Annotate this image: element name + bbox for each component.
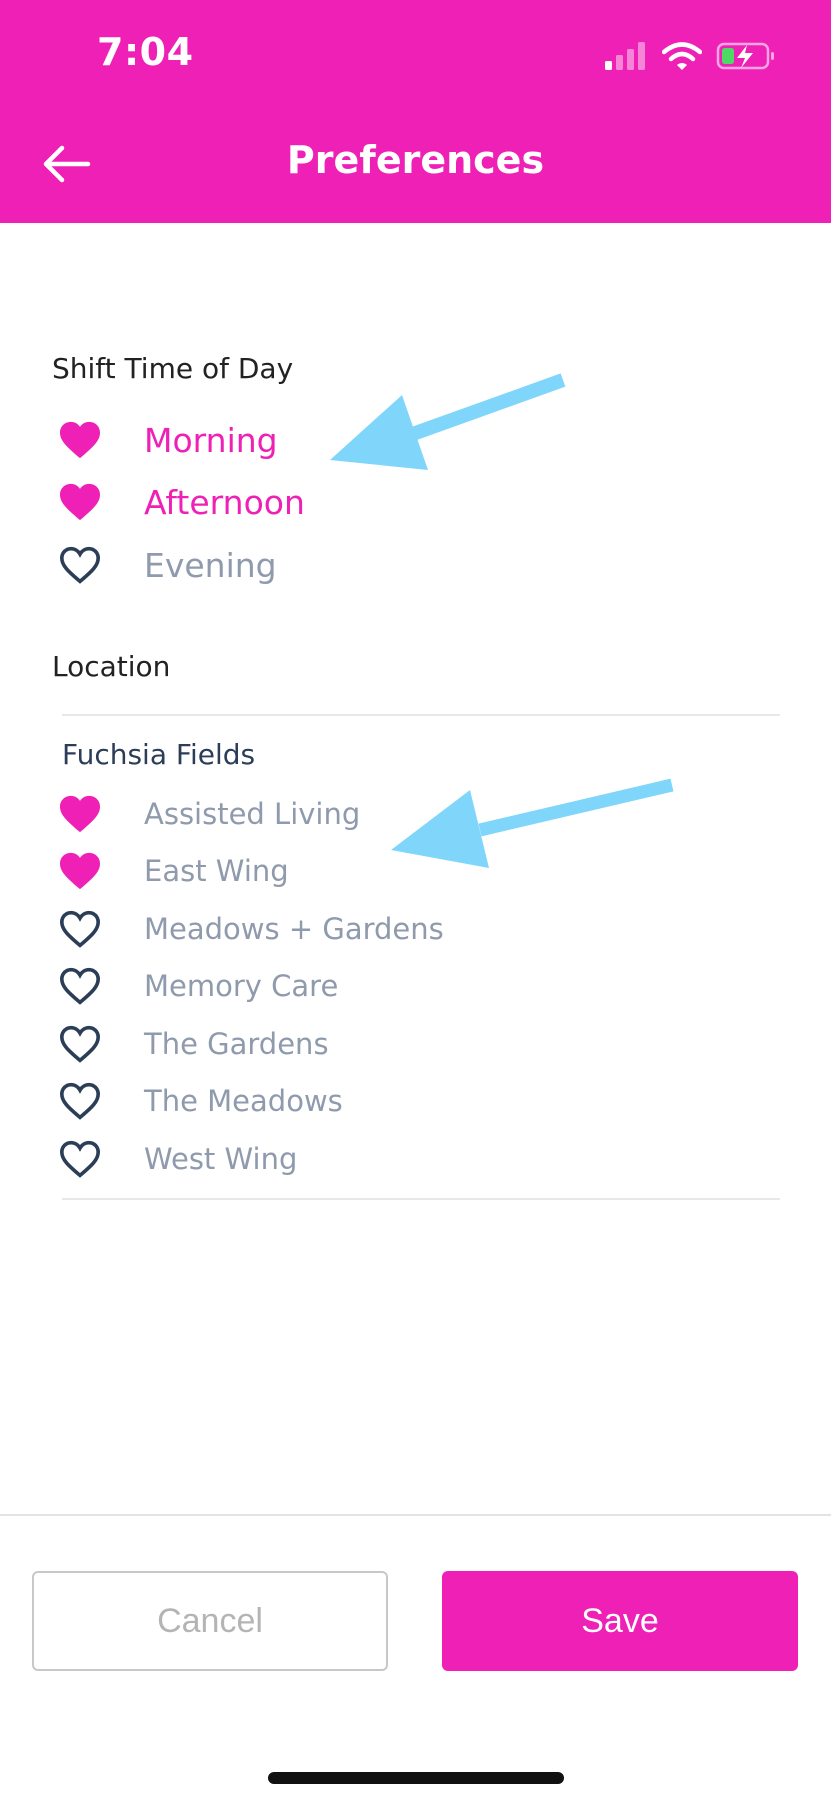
location-divider-bottom <box>62 1198 780 1200</box>
location-option-label: The Meadows <box>144 1084 343 1118</box>
location-option-the-meadows[interactable]: The Meadows <box>58 1076 343 1126</box>
annotation-arrow-icon <box>330 373 566 470</box>
location-option-memory-care[interactable]: Memory Care <box>58 961 338 1011</box>
heart-filled-icon <box>60 483 100 521</box>
shift-option-evening[interactable]: Evening <box>58 540 277 590</box>
save-button[interactable]: Save <box>442 1571 798 1671</box>
heart-outline-icon <box>59 1082 101 1120</box>
wifi-icon <box>662 42 702 70</box>
location-option-label: Memory Care <box>144 969 339 1003</box>
shift-section-title: Shift Time of Day <box>52 352 294 385</box>
location-option-label: The Gardens <box>144 1027 329 1061</box>
shift-option-afternoon[interactable]: Afternoon <box>58 477 305 527</box>
heart-outline-icon <box>59 1140 101 1178</box>
location-option-assisted-living[interactable]: Assisted Living <box>58 789 360 839</box>
location-option-the-gardens[interactable]: The Gardens <box>58 1019 329 1069</box>
heart-filled-icon <box>60 421 100 459</box>
heart-filled-icon <box>60 795 100 833</box>
cellular-signal-icon <box>605 42 645 70</box>
status-icons <box>604 38 776 74</box>
app-header: 7:04 Preferences <box>0 0 831 223</box>
heart-outline-icon <box>59 910 101 948</box>
heart-outline-icon <box>59 546 101 584</box>
shift-option-morning[interactable]: Morning <box>58 415 278 465</box>
shift-option-label: Morning <box>144 420 278 460</box>
location-option-label: East Wing <box>144 854 289 888</box>
location-section-title: Location <box>52 650 171 683</box>
shift-option-label: Evening <box>144 545 277 585</box>
cancel-button[interactable]: Cancel <box>32 1571 388 1671</box>
home-indicator[interactable] <box>268 1772 564 1784</box>
heart-outline-icon <box>59 1025 101 1063</box>
status-time: 7:04 <box>97 30 194 74</box>
location-divider-top <box>62 714 780 716</box>
action-bar-divider <box>0 1514 831 1516</box>
location-option-label: Meadows + Gardens <box>144 912 444 946</box>
heart-outline-icon <box>59 967 101 1005</box>
annotation-arrow-icon <box>391 778 674 868</box>
location-option-label: Assisted Living <box>144 797 361 831</box>
page-title: Preferences <box>286 138 545 182</box>
shift-option-label: Afternoon <box>144 482 305 522</box>
location-group-title: Fuchsia Fields <box>62 738 256 771</box>
location-option-label: West Wing <box>144 1142 298 1176</box>
heart-filled-icon <box>60 852 100 890</box>
location-option-east-wing[interactable]: East Wing <box>58 846 289 896</box>
location-option-west-wing[interactable]: West Wing <box>58 1134 297 1184</box>
battery-charging-icon <box>716 42 774 70</box>
location-option-meadows-gardens[interactable]: Meadows + Gardens <box>58 904 444 954</box>
